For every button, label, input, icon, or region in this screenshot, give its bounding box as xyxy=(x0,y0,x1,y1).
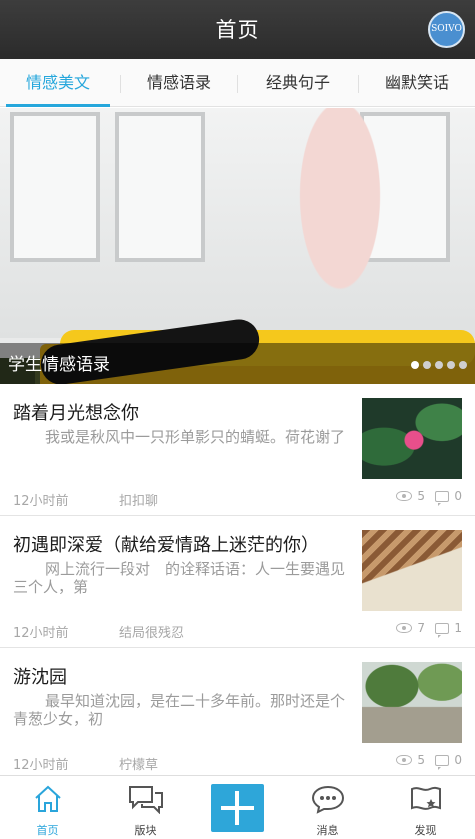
article-summary: 最早知道沈园，是在二十多年前。那时还是个青葱少女，初 xyxy=(13,692,346,728)
bench-thumbnail xyxy=(362,530,462,611)
view-count: 5 xyxy=(417,489,425,503)
pagination-dot[interactable] xyxy=(423,361,431,369)
home-icon xyxy=(34,785,61,812)
plus-vertical xyxy=(235,791,239,825)
app-header: 首页 SOIVO xyxy=(0,0,475,59)
plus-icon[interactable] xyxy=(211,784,264,832)
article-summary: 我或是秋风中一只形单影只的蜻蜓。荷花谢了 xyxy=(45,428,346,446)
message-icon xyxy=(311,785,344,814)
article-author[interactable]: 扣扣聊 xyxy=(119,490,158,509)
nav-label: 首页 xyxy=(36,824,59,837)
article-time: 12小时前 xyxy=(13,494,69,509)
lotus-thumbnail xyxy=(362,398,462,479)
tab-label: 幽默笑话 xyxy=(384,73,449,92)
tab-humor-jokes[interactable]: 幽默笑话 xyxy=(361,59,473,107)
view-count: 5 xyxy=(417,753,425,767)
tab-label: 经典句子 xyxy=(265,73,330,92)
article-comments[interactable]: 0 xyxy=(435,753,462,770)
chat-bubbles-icon xyxy=(128,786,163,814)
banner-photo-window xyxy=(10,112,100,262)
tab-label: 情感语录 xyxy=(146,73,211,92)
banner-pagination xyxy=(411,361,467,369)
article-time: 12小时前 xyxy=(13,758,69,773)
nav-messages[interactable]: 消息 xyxy=(280,776,375,839)
pagination-dot[interactable] xyxy=(447,361,455,369)
article-list-item[interactable]: 踏着月光想念你 我或是秋风中一只形单影只的蜻蜓。荷花谢了 12小时前 扣扣聊 5… xyxy=(0,385,475,516)
eye-icon xyxy=(396,755,413,765)
article-title: 初遇即深爱（献给爱情路上迷茫的你） xyxy=(13,535,319,556)
tab-emotional-quotes[interactable]: 情感语录 xyxy=(123,59,235,107)
nav-home[interactable]: 首页 xyxy=(0,776,95,839)
nav-label: 版块 xyxy=(134,824,157,837)
tab-divider xyxy=(120,75,121,93)
bottom-nav: 首页 版块 消息 发现 xyxy=(0,775,475,839)
active-tab-indicator xyxy=(6,104,110,107)
article-title: 踏着月光想念你 xyxy=(13,403,139,424)
eye-icon xyxy=(396,623,413,633)
article-comments[interactable]: 1 xyxy=(435,621,462,638)
banner-photo-window xyxy=(115,112,205,262)
category-tabs: 情感美文 情感语录 经典句子 幽默笑话 xyxy=(0,59,475,107)
article-views: 5 xyxy=(396,753,425,767)
tab-emotional-essays[interactable]: 情感美文 xyxy=(2,59,114,107)
tab-divider xyxy=(237,75,238,93)
comment-count: 0 xyxy=(454,489,462,503)
nav-sections[interactable]: 版块 xyxy=(98,776,193,839)
pagination-dot[interactable] xyxy=(411,361,419,369)
page-title: 首页 xyxy=(215,18,260,42)
park-thumbnail xyxy=(362,662,462,743)
tab-classic-sentences[interactable]: 经典句子 xyxy=(242,59,354,107)
nav-label: 发现 xyxy=(414,824,437,837)
comment-count: 0 xyxy=(454,753,462,767)
article-author[interactable]: 柠檬草 xyxy=(119,754,158,773)
comment-icon xyxy=(435,490,450,506)
nav-label: 消息 xyxy=(316,824,339,837)
discover-flag-icon xyxy=(410,786,441,810)
pagination-dot[interactable] xyxy=(459,361,467,369)
article-comments[interactable]: 0 xyxy=(435,489,462,506)
article-title: 游沈园 xyxy=(13,667,67,688)
comment-icon xyxy=(435,754,450,770)
article-list-item[interactable]: 初遇即深爱（献给爱情路上迷茫的你） 网上流行一段对 的诠释话语：人一生要遇见三个… xyxy=(0,517,475,648)
article-views: 7 xyxy=(396,621,425,635)
pagination-dot[interactable] xyxy=(435,361,443,369)
view-count: 7 xyxy=(417,621,425,635)
article-summary: 网上流行一段对 的诠释话语：人一生要遇见三个人，第 xyxy=(13,560,346,596)
article-time: 12小时前 xyxy=(13,626,69,641)
article-list-item[interactable]: 游沈园 最早知道沈园，是在二十多年前。那时还是个青葱少女，初 12小时前 柠檬草… xyxy=(0,649,475,780)
nav-discover[interactable]: 发现 xyxy=(378,776,473,839)
avatar[interactable]: SOIVO xyxy=(428,11,465,48)
article-views: 5 xyxy=(396,489,425,503)
comment-count: 1 xyxy=(454,621,462,635)
tab-divider xyxy=(358,75,359,93)
featured-banner[interactable]: 学生情感语录 xyxy=(0,108,475,384)
tab-label: 情感美文 xyxy=(25,73,90,92)
eye-icon xyxy=(396,491,413,501)
comment-icon xyxy=(435,622,450,638)
article-author[interactable]: 结局很残忍 xyxy=(119,622,184,641)
banner-caption: 学生情感语录 xyxy=(8,355,110,375)
banner-photo-figure xyxy=(270,108,410,358)
